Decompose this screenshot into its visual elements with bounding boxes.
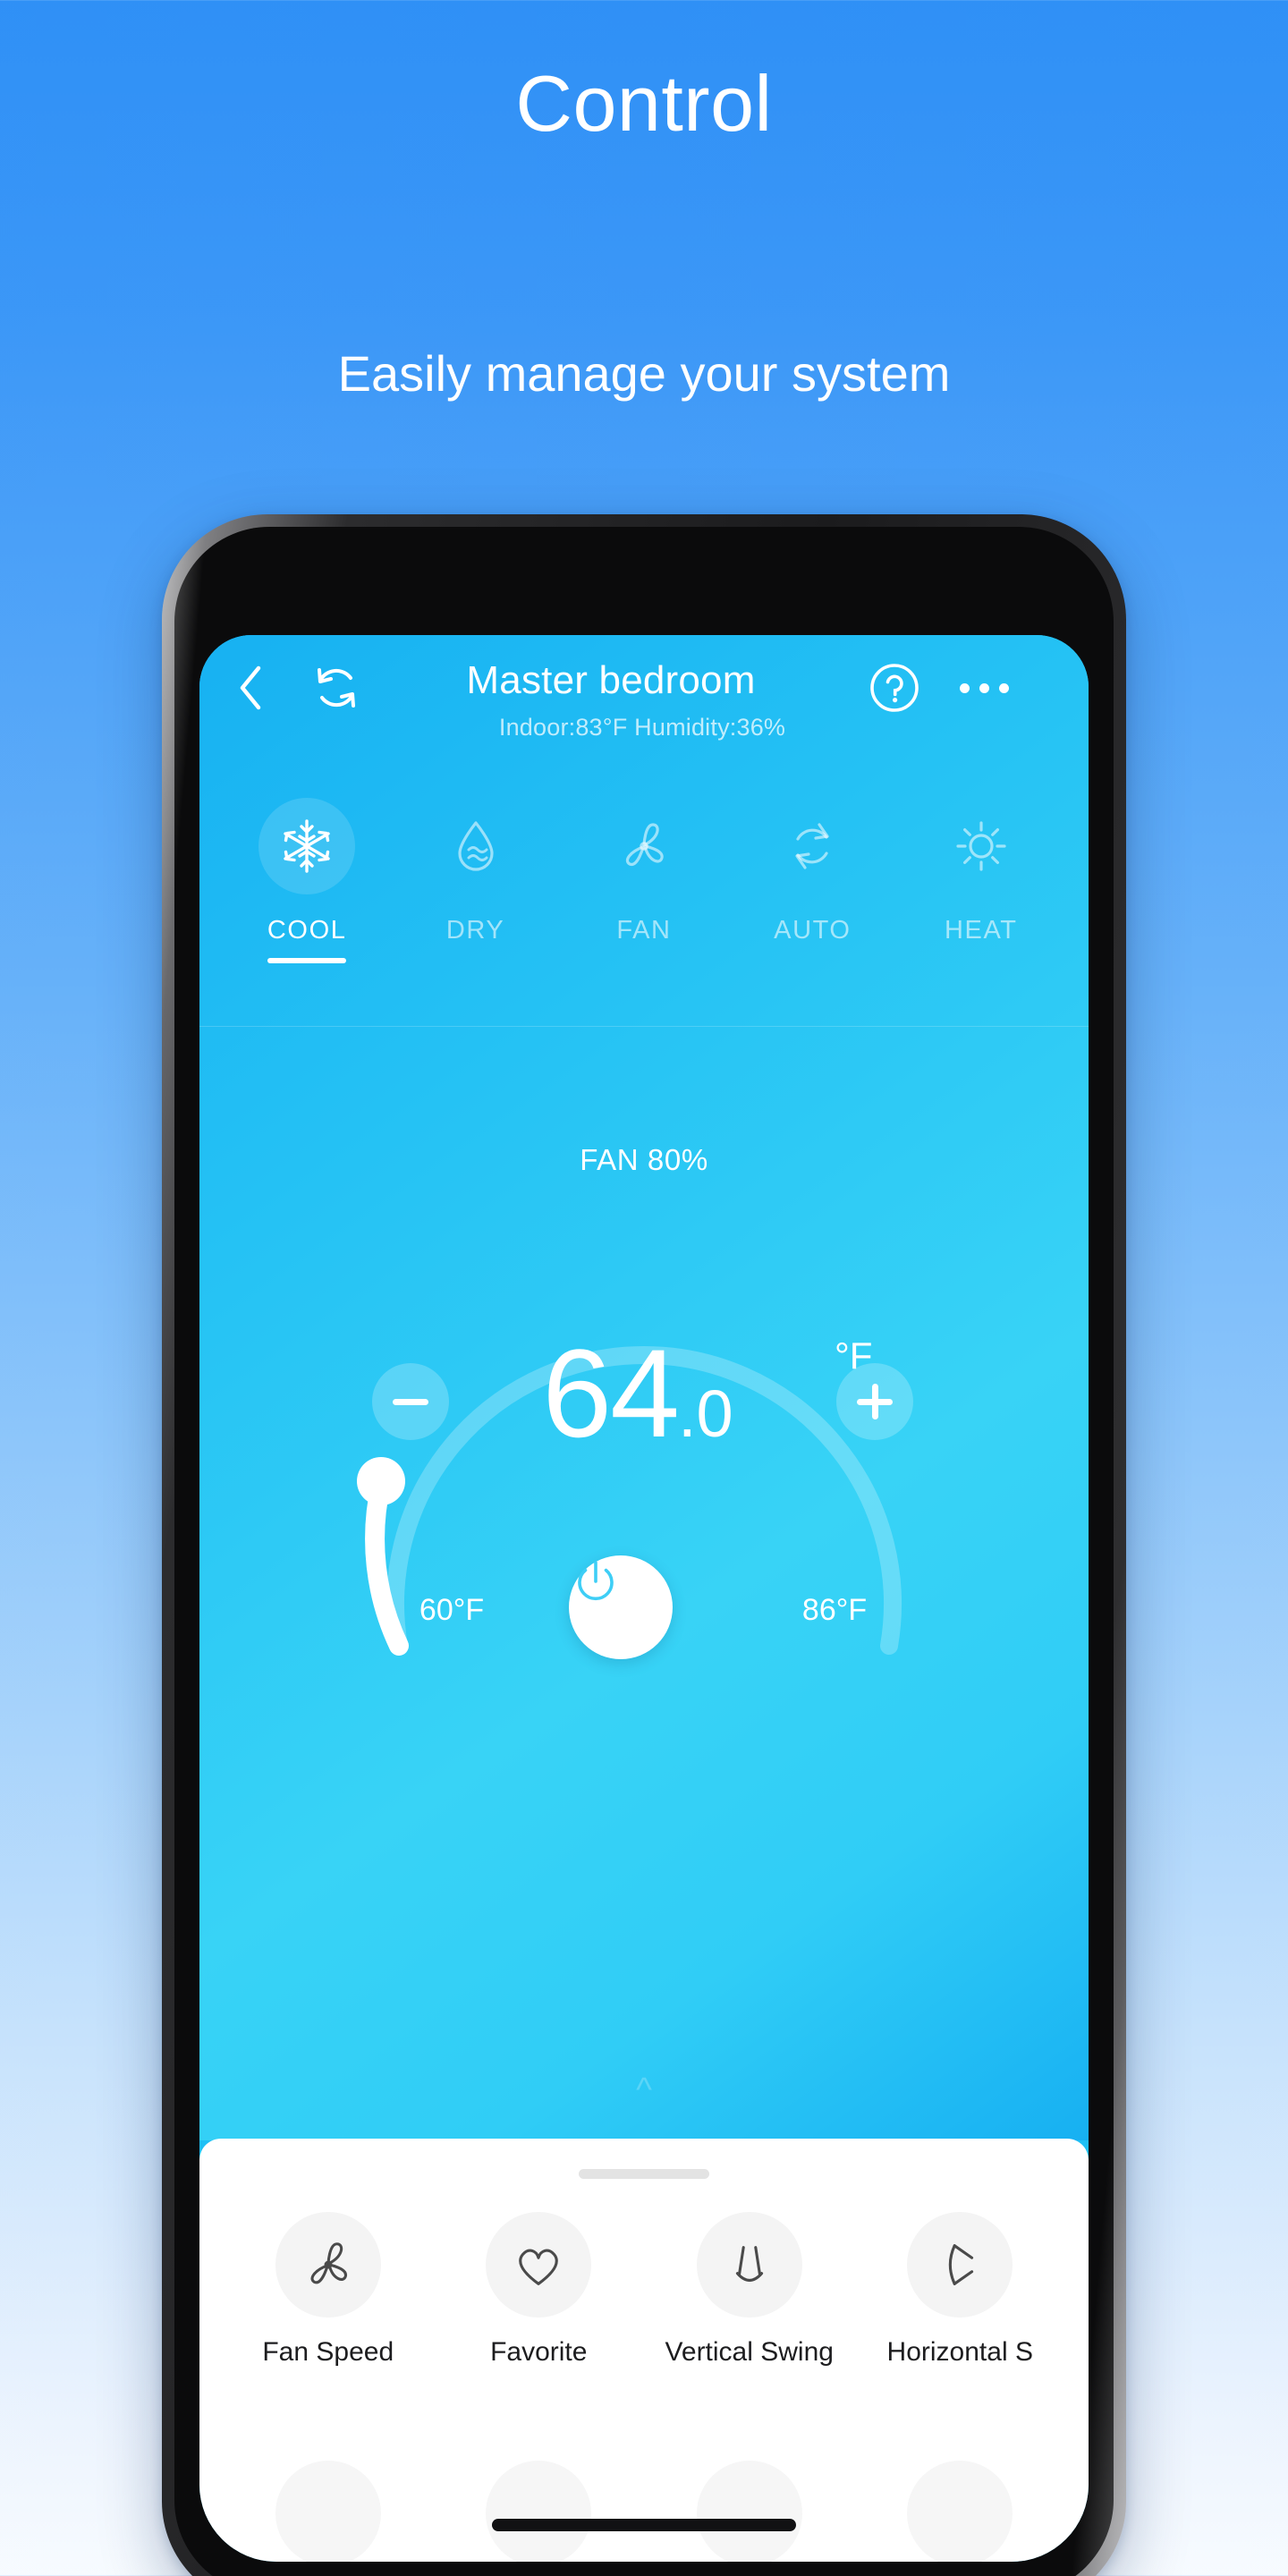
vertical-swing-icon — [735, 2246, 763, 2282]
action-secondary-4[interactable] — [864, 2461, 1055, 2562]
mode-tab-dry-label: DRY — [445, 916, 505, 945]
mode-tabs: COOL DRY FAN AUTO HEAT — [199, 785, 1089, 1027]
action-vertical-swing[interactable]: Vertical Swing — [654, 2212, 845, 2368]
action-secondary-3-icon-wrap — [696, 2461, 802, 2562]
room-status-text: Indoor:83°F Humidity:36% — [498, 714, 786, 741]
heart-icon — [519, 2249, 558, 2285]
bottom-sheet: Fan Speed Favorite Vertical Swing Horizo… — [199, 2139, 1089, 2562]
temperature-row: 64 .0 °F — [199, 1331, 1089, 1483]
mode-tab-fan-label: FAN — [616, 916, 672, 945]
temperature-value: 64 .0 — [450, 1331, 826, 1483]
page-subtitle: Easily manage your system — [337, 345, 951, 402]
temperature-decrease-button[interactable] — [372, 1363, 449, 1440]
horizontal-swing-icon — [949, 2244, 974, 2285]
back-button[interactable] — [226, 664, 275, 712]
minus-icon — [393, 1398, 428, 1405]
more-dot-3 — [998, 682, 1009, 693]
action-secondary-2[interactable] — [443, 2461, 634, 2562]
temperature-decimal: .0 — [678, 1377, 733, 1451]
mode-fan-icon-wrap — [596, 798, 692, 894]
temperature-integer: 64 — [542, 1323, 680, 1463]
quick-actions-row: Fan Speed Favorite Vertical Swing Horizo… — [199, 2212, 1089, 2418]
tabs-divider — [199, 1026, 1089, 1027]
action-horizontal-swing-icon-wrap — [907, 2212, 1013, 2318]
mode-heat-icon-wrap — [933, 798, 1030, 894]
action-fan-speed-icon-wrap — [275, 2212, 381, 2318]
fan-blades-icon — [625, 823, 664, 866]
mode-tab-cool[interactable]: COOL — [232, 785, 382, 963]
mode-tab-cool-label: COOL — [267, 916, 347, 945]
action-horizontal-swing-label: Horizontal S — [886, 2337, 1033, 2367]
more-dot-2 — [979, 682, 989, 693]
home-gesture-bar[interactable] — [492, 2519, 796, 2531]
action-vertical-swing-icon-wrap — [696, 2212, 802, 2318]
temperature-increase-button[interactable] — [836, 1363, 913, 1440]
mode-tab-dry[interactable]: DRY — [401, 785, 551, 945]
power-toggle-button[interactable] — [569, 1555, 673, 1659]
snowflake-icon — [284, 819, 330, 873]
fan-blades-icon — [310, 2242, 347, 2284]
auto-cycle-icon — [795, 823, 829, 869]
action-secondary-3[interactable] — [654, 2461, 845, 2562]
app-screen: Master bedroom Indoor:83°F Humidity:36% — [199, 635, 1089, 2562]
action-fan-speed[interactable]: Fan Speed — [233, 2212, 424, 2368]
quick-actions-row-secondary — [199, 2461, 1089, 2562]
mode-tab-heat-label: HEAT — [944, 916, 1018, 945]
action-vertical-swing-label: Vertical Swing — [665, 2337, 834, 2367]
chevron-left-icon — [240, 665, 261, 710]
temperature-max-label: 86°F — [801, 1593, 868, 1627]
power-icon — [578, 1561, 614, 1601]
action-fan-speed-label: Fan Speed — [262, 2337, 394, 2367]
action-secondary-4-icon-wrap — [907, 2461, 1013, 2562]
mode-tab-fan[interactable]: FAN — [569, 785, 719, 945]
plus-icon-vertical — [871, 1384, 878, 1419]
mode-tab-auto-label: AUTO — [774, 916, 852, 945]
more-options-button[interactable] — [953, 662, 1015, 714]
room-title: Master bedroom — [466, 658, 756, 702]
mode-dry-icon-wrap — [428, 798, 524, 894]
more-dot-1 — [959, 682, 970, 693]
action-secondary-1-icon-wrap — [275, 2461, 381, 2562]
page-title: Control — [515, 59, 773, 148]
mode-tab-auto[interactable]: AUTO — [737, 785, 887, 945]
action-secondary-1[interactable] — [233, 2461, 424, 2562]
mode-cool-icon-wrap — [258, 798, 356, 894]
sun-icon — [956, 821, 1006, 871]
action-horizontal-swing[interactable]: Horizontal S — [864, 2212, 1055, 2368]
mode-tab-heat[interactable]: HEAT — [906, 785, 1056, 945]
app-header: Master bedroom Indoor:83°F Humidity:36% — [199, 635, 1089, 778]
mode-active-indicator — [267, 958, 347, 963]
temperature-min-label: 60°F — [419, 1593, 485, 1627]
help-circle-icon — [870, 664, 919, 712]
expand-sheet-chevron[interactable]: ^ — [199, 2073, 1089, 2107]
temperature-dial: FAN 80% 64 .0 °F 60°F 86°F — [199, 1063, 1089, 1894]
action-secondary-2-icon-wrap — [486, 2461, 592, 2562]
action-favorite-icon-wrap — [486, 2212, 592, 2318]
sheet-drag-handle[interactable] — [579, 2169, 709, 2179]
refresh-button[interactable] — [309, 660, 364, 716]
action-favorite-label: Favorite — [490, 2337, 588, 2367]
fan-speed-readout: FAN 80% — [580, 1143, 708, 1176]
refresh-icon — [318, 668, 355, 708]
water-drop-icon — [457, 821, 494, 871]
help-button[interactable] — [869, 662, 920, 714]
mode-auto-icon-wrap — [764, 798, 860, 894]
action-favorite[interactable]: Favorite — [443, 2212, 634, 2368]
